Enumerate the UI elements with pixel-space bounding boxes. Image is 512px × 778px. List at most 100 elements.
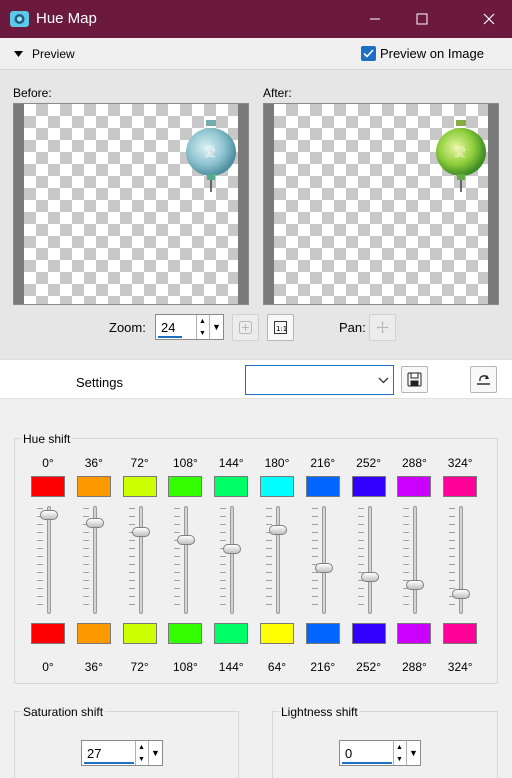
slider-thumb[interactable]: [314, 563, 333, 573]
slider-track[interactable]: [367, 506, 372, 614]
after-preview[interactable]: 愛: [263, 103, 499, 305]
slider-track[interactable]: [276, 506, 280, 614]
slider-track[interactable]: [230, 506, 235, 614]
zoom-stepper[interactable]: ▲ ▼: [196, 315, 208, 339]
slider-ticks: [37, 508, 43, 612]
zoom-spinbox[interactable]: 24 ▲ ▼ ▼: [155, 314, 224, 340]
hue-target-swatch: [214, 623, 249, 644]
hue-shift-slider[interactable]: [262, 506, 292, 614]
zoom-value: 24: [161, 320, 176, 335]
slider-thumb[interactable]: [452, 589, 471, 599]
reset-icon: [477, 375, 490, 385]
hue-source-swatch: [168, 476, 203, 497]
hue-source-label: 180°: [264, 456, 290, 470]
slider-thumb[interactable]: [177, 535, 196, 545]
actual-size-icon: 1:1: [274, 321, 287, 334]
hue-shift-slider[interactable]: [308, 506, 338, 614]
hue-shift-slider[interactable]: [79, 506, 109, 614]
down-arrow-icon[interactable]: ▼: [394, 753, 405, 765]
pan-label: Pan:: [339, 320, 366, 335]
svg-text:1:1: 1:1: [276, 325, 287, 333]
slider-thumb[interactable]: [360, 572, 379, 582]
hue-source-swatch: [443, 476, 478, 497]
hue-shift-slider[interactable]: [170, 506, 200, 614]
window-title: Hue Map: [36, 10, 97, 27]
transparency-checkerboard: 愛: [24, 104, 238, 304]
dropdown-arrow-icon[interactable]: ▼: [209, 315, 223, 339]
slider-thumb[interactable]: [223, 544, 242, 554]
hue-shift-slider[interactable]: [33, 506, 63, 614]
dropdown-arrow-icon[interactable]: ▼: [406, 741, 420, 765]
hue-source-label: 36°: [84, 456, 103, 470]
hue-shift-slider[interactable]: [216, 506, 246, 614]
caret-down-icon: [14, 51, 23, 57]
reset-button[interactable]: [470, 366, 497, 393]
up-arrow-icon[interactable]: ▲: [136, 741, 147, 753]
pan-button[interactable]: [369, 314, 396, 341]
hue-source-swatch: [397, 476, 432, 497]
preview-bar: Preview Preview on Image: [0, 38, 512, 69]
slider-thumb[interactable]: [269, 525, 287, 535]
zoom-row: Zoom: 24 ▲ ▼ ▼ 1:1 Pan:: [0, 314, 512, 344]
down-arrow-icon[interactable]: ▼: [136, 753, 147, 765]
dropdown-arrow-icon[interactable]: ▼: [148, 741, 162, 765]
down-arrow-icon[interactable]: ▼: [197, 327, 208, 339]
maximize-icon: [416, 13, 428, 25]
hue-source-label: 144°: [218, 456, 244, 470]
hue-shift-slider[interactable]: [399, 506, 429, 614]
slider-thumb[interactable]: [406, 580, 425, 590]
hue-target-label: 288°: [401, 660, 427, 674]
close-button[interactable]: [466, 0, 512, 38]
preview-collapse-toggle[interactable]: Preview: [14, 47, 75, 61]
slider-ticks: [311, 508, 318, 612]
lightness-stepper[interactable]: ▲ ▼: [393, 741, 405, 765]
up-arrow-icon[interactable]: ▲: [197, 315, 208, 327]
hue-source-label: 108°: [172, 456, 198, 470]
slider-track[interactable]: [47, 506, 51, 614]
hue-target-label: 144°: [218, 660, 244, 674]
settings-row: Settings: [0, 359, 512, 399]
hue-source-swatch: [351, 476, 386, 497]
zoom-fit-button[interactable]: [232, 314, 259, 341]
slider-thumb[interactable]: [131, 527, 150, 537]
saturation-spinbox[interactable]: 27 ▲ ▼ ▼: [81, 740, 163, 766]
title-bar: Hue Map: [0, 0, 512, 38]
hue-shift-slider[interactable]: [354, 506, 384, 614]
hue-target-swatch: [397, 623, 432, 644]
preview-on-image-checkbox[interactable]: Preview on Image: [360, 46, 484, 61]
zoom-label: Zoom:: [109, 320, 146, 335]
focus-underline: [158, 336, 182, 338]
maximize-button[interactable]: [399, 0, 445, 38]
app-icon: [9, 8, 30, 29]
minimize-button[interactable]: [352, 0, 398, 38]
hue-source-label: 324°: [447, 456, 473, 470]
saturation-shift-title: Saturation shift: [21, 705, 106, 719]
slider-ticks: [266, 508, 272, 612]
slider-thumb[interactable]: [40, 510, 58, 520]
hue-shift-group: Hue shift 0° 0° 36° 36° 72° 72° 108° 108° 144° 14…: [14, 432, 498, 684]
lightness-spinbox[interactable]: 0 ▲ ▼ ▼: [339, 740, 421, 766]
hue-source-label: 288°: [401, 456, 427, 470]
hue-target-label: 252°: [356, 660, 381, 674]
transparency-checkerboard: 愛: [274, 104, 488, 304]
hue-shift-slider[interactable]: [125, 506, 155, 614]
up-arrow-icon[interactable]: ▲: [394, 741, 405, 753]
hue-target-label: 64°: [267, 660, 287, 674]
before-preview[interactable]: 愛: [13, 103, 249, 305]
slider-track[interactable]: [413, 506, 418, 614]
slider-track[interactable]: [184, 506, 189, 614]
hue-shift-slider[interactable]: [445, 506, 475, 614]
slider-track[interactable]: [321, 506, 326, 614]
hue-target-swatch: [76, 623, 111, 644]
saturation-stepper[interactable]: ▲ ▼: [135, 741, 147, 765]
slider-ticks: [220, 508, 227, 612]
zoom-100-button[interactable]: 1:1: [267, 314, 294, 341]
slider-track[interactable]: [138, 506, 143, 614]
preview-on-image-label: Preview on Image: [379, 46, 484, 61]
settings-preset-dropdown[interactable]: [245, 365, 394, 395]
save-preset-button[interactable]: [401, 366, 428, 393]
settings-label: Settings: [76, 375, 123, 390]
hue-target-swatch: [260, 623, 294, 644]
after-label: After:: [263, 86, 292, 100]
slider-thumb[interactable]: [85, 518, 104, 528]
